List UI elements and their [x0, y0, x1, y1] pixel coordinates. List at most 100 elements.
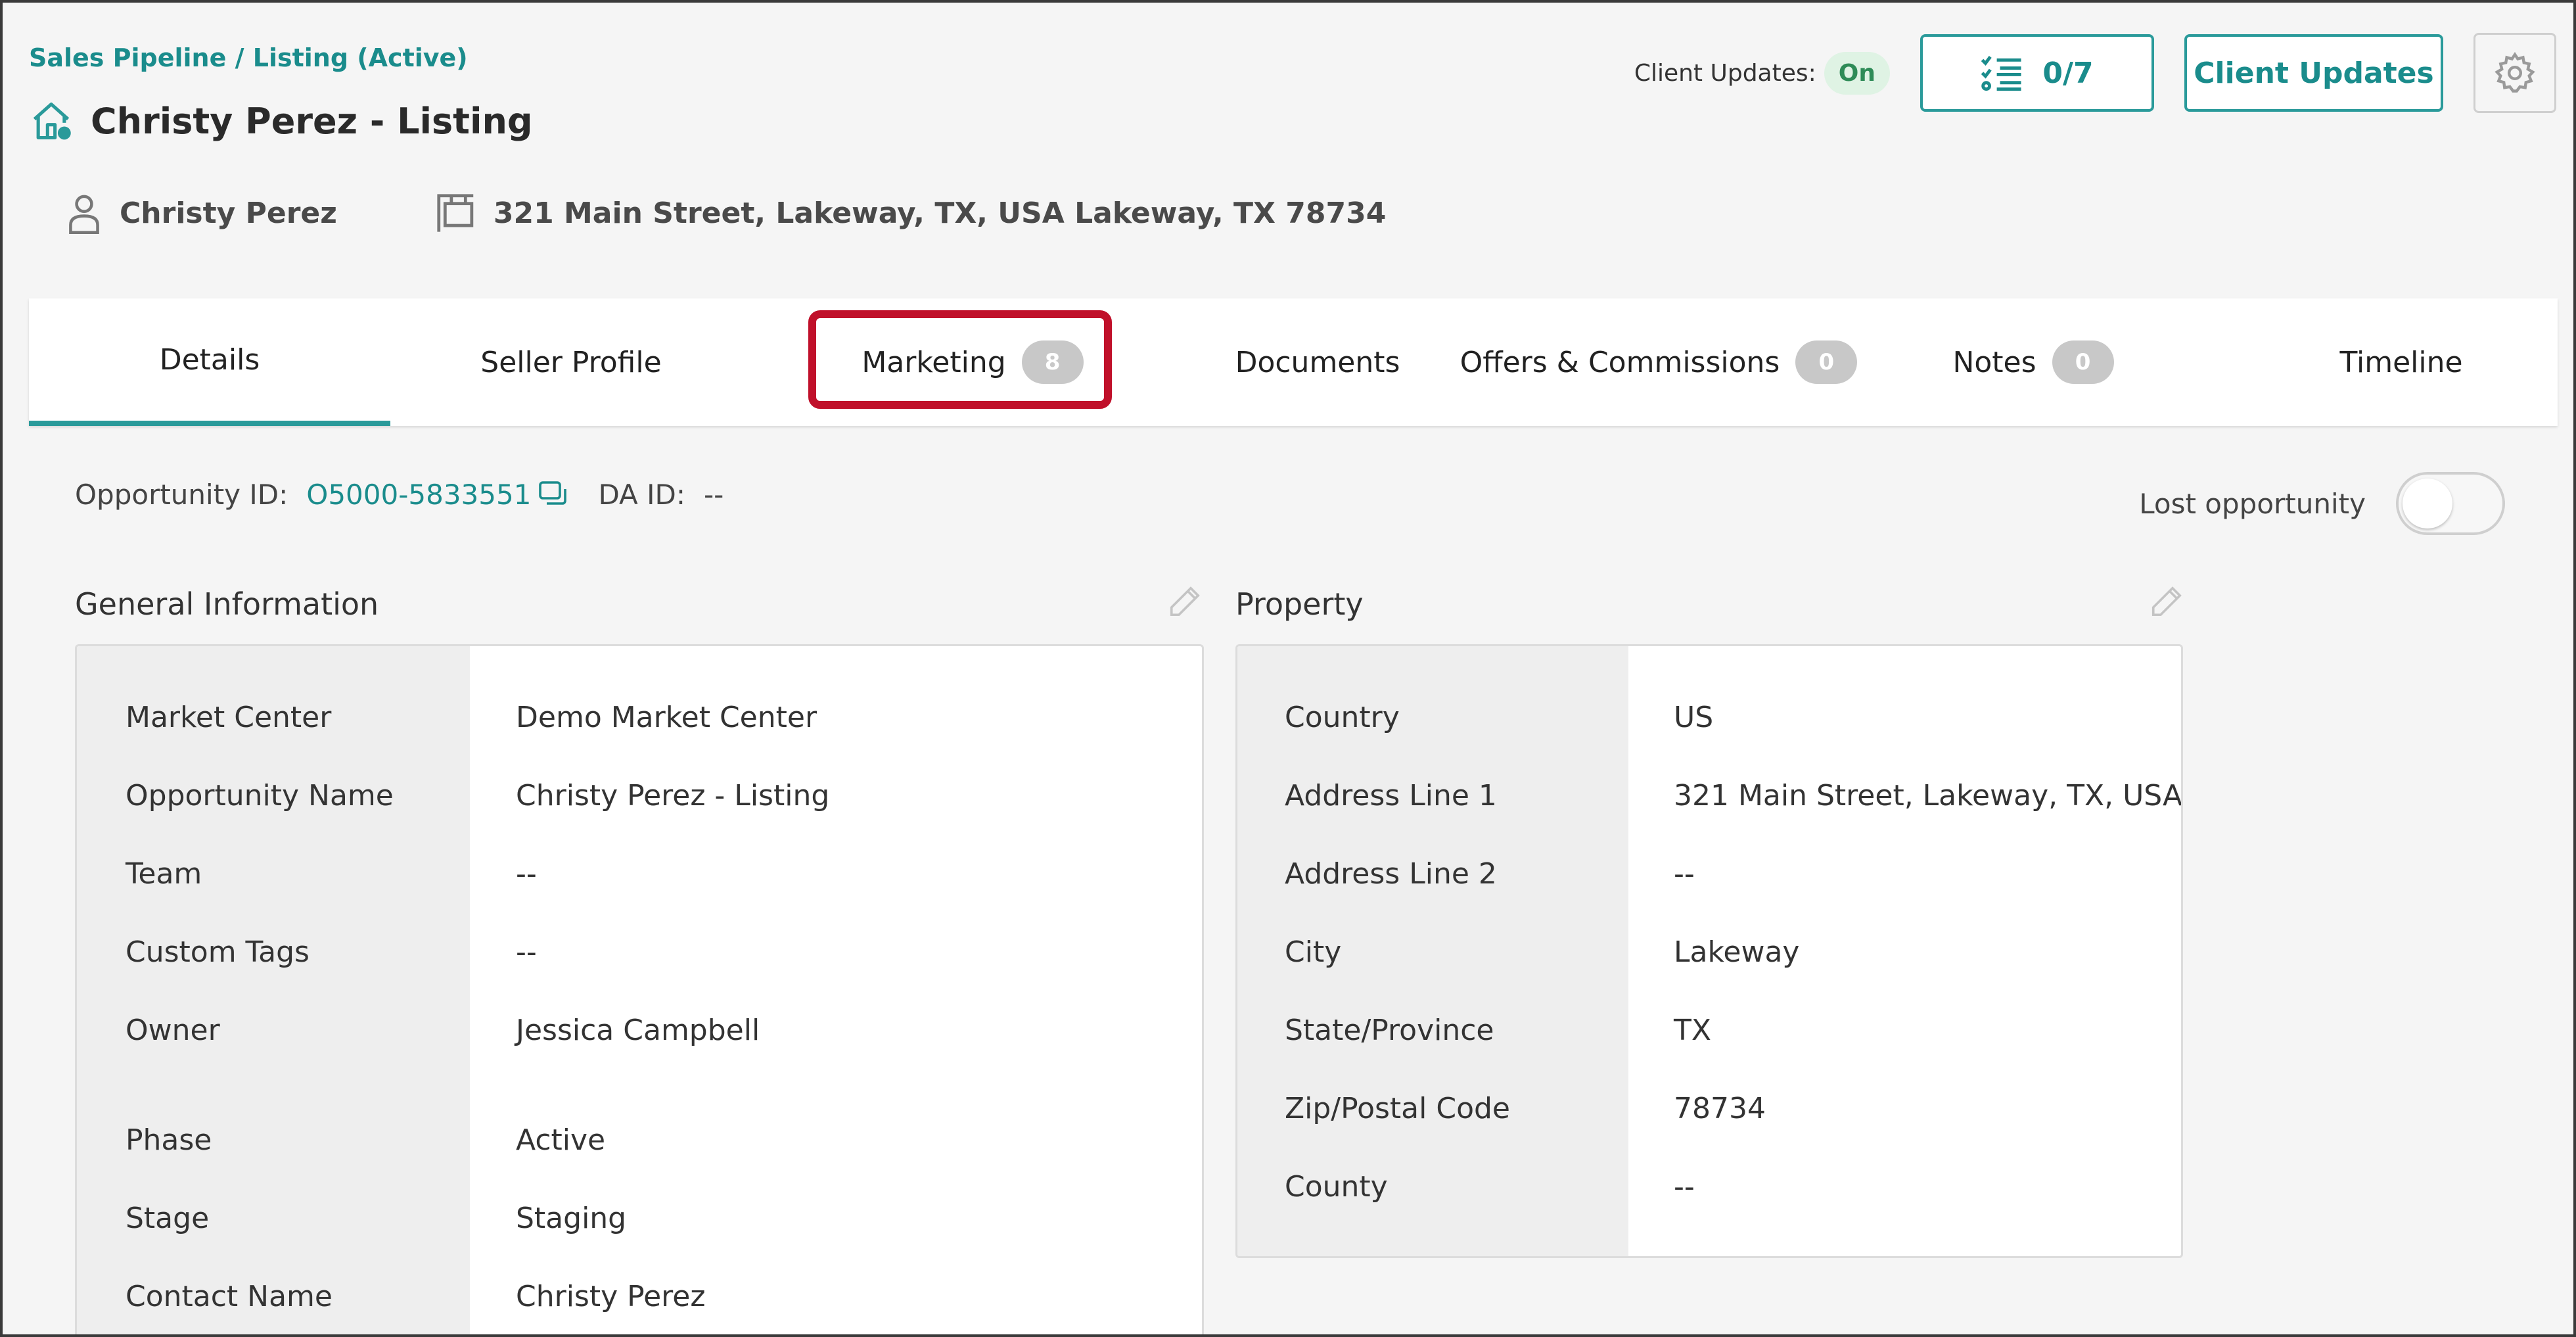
table-row: Zip/Postal Code 78734 [1237, 1085, 2181, 1131]
field-label: Owner [126, 1013, 220, 1047]
client-updates-label: Client Updates: [1634, 59, 1816, 87]
field-value: Active [516, 1123, 606, 1157]
edit-property-icon[interactable] [2149, 584, 2184, 622]
property-sign-icon [437, 194, 474, 232]
table-row: City Lakeway [1237, 929, 2181, 975]
tab-label: Timeline [2339, 345, 2463, 379]
tab-label: Marketing [862, 345, 1006, 379]
header-actions: Client Updates: On 0/7 Client Updates [1634, 33, 2556, 113]
field-value: 321 Main Street, Lakeway, TX, USA [1674, 778, 2183, 812]
tab-documents[interactable]: Documents [1137, 298, 1498, 426]
table-row: Market Center Demo Market Center [77, 694, 1202, 740]
client-updates-button[interactable]: Client Updates [2184, 34, 2443, 112]
table-row: Phase Active [77, 1117, 1202, 1163]
field-value: Christy Perez [516, 1279, 706, 1313]
field-value: Jessica Campbell [516, 1013, 760, 1047]
field-value: -- [516, 935, 537, 969]
client-updates-status-badge: On [1824, 51, 1890, 95]
field-label: Address Line 2 [1285, 856, 1497, 891]
settings-button[interactable] [2473, 33, 2556, 113]
table-row: Owner Jessica Campbell [77, 1007, 1202, 1053]
breadcrumb-separator: / [226, 43, 253, 72]
field-value: -- [516, 856, 537, 891]
field-label: Phase [126, 1123, 212, 1157]
tab-marketing[interactable]: Marketing 8 [808, 298, 1137, 426]
tab-timeline[interactable]: Timeline [2224, 298, 2573, 426]
field-value: 78734 [1674, 1091, 1766, 1125]
tab-details[interactable]: Details [29, 298, 390, 426]
tab-bar: Details Seller Profile Marketing 8 Docum… [29, 298, 2558, 426]
table-row: Team -- [77, 851, 1202, 897]
tab-label: Details [159, 342, 260, 377]
lost-opportunity-label: Lost opportunity [2139, 487, 2366, 520]
table-row: County -- [1237, 1163, 2181, 1209]
tab-seller-profile[interactable]: Seller Profile [390, 298, 752, 426]
tab-count-badge: 0 [1795, 340, 1858, 384]
da-id-label: DA ID: [598, 478, 685, 511]
contact-link[interactable]: Christy Perez [66, 192, 337, 234]
field-value: -- [1674, 856, 1695, 891]
page-title: Christy Perez - Listing [29, 95, 533, 147]
field-label: Stage [126, 1201, 210, 1235]
lost-opportunity-toggle[interactable] [2396, 472, 2505, 535]
copy-icon[interactable] [538, 479, 569, 510]
breadcrumb-current-link[interactable]: Listing (Active) [253, 43, 468, 72]
table-row: State/Province TX [1237, 1007, 2181, 1053]
opportunity-info: Opportunity ID: O5000-5833551 DA ID: -- [75, 475, 724, 514]
tab-notes[interactable]: Notes 0 [1869, 298, 2197, 426]
field-value: -- [1674, 1169, 1695, 1204]
table-row: Custom Tags -- [77, 929, 1202, 975]
property-title: Property [1235, 586, 1364, 622]
field-label: County [1285, 1169, 1388, 1204]
address-link[interactable]: 321 Main Street, Lakeway, TX, USA Lakewa… [436, 193, 1387, 233]
breadcrumb-pipeline-link[interactable]: Sales Pipeline [29, 43, 226, 72]
tasks-progress: 0/7 [2042, 56, 2094, 90]
tab-label: Seller Profile [480, 345, 662, 379]
field-label: Zip/Postal Code [1285, 1091, 1510, 1125]
field-label: Contact Name [126, 1279, 333, 1313]
field-value: US [1674, 700, 1714, 734]
tab-label: Documents [1235, 345, 1400, 379]
field-value: Staging [516, 1201, 627, 1235]
tab-label: Notes [1952, 345, 2036, 379]
tasks-checklist-button[interactable]: 0/7 [1920, 34, 2154, 112]
table-row: Address Line 1 321 Main Street, Lakeway,… [1237, 772, 2181, 818]
field-label: Opportunity Name [126, 778, 394, 812]
field-value: Lakeway [1674, 935, 1800, 969]
tab-offers-commissions[interactable]: Offers & Commissions 0 [1448, 298, 1869, 426]
toggle-knob [2403, 479, 2452, 528]
breadcrumb: Sales Pipeline / Listing (Active) [29, 43, 468, 72]
opportunity-id-label: Opportunity ID: [75, 478, 288, 511]
field-label: Team [126, 856, 202, 891]
field-label: State/Province [1285, 1013, 1494, 1047]
general-information-panel: Market Center Demo Market Center Opportu… [75, 644, 1204, 1334]
table-row: Opportunity Name Christy Perez - Listing [77, 772, 1202, 818]
contact-name: Christy Perez [120, 196, 337, 230]
tab-count-badge: 0 [2052, 340, 2114, 384]
field-label: Address Line 1 [1285, 778, 1497, 812]
opportunity-id-value[interactable]: O5000-5833551 [306, 479, 531, 511]
edit-general-information-icon[interactable] [1167, 584, 1203, 622]
field-label: City [1285, 935, 1342, 969]
checklist-icon [1981, 55, 2021, 91]
property-panel: Country US Address Line 1 321 Main Stree… [1235, 644, 2183, 1258]
lost-opportunity-control: Lost opportunity [2139, 471, 2505, 536]
person-icon [69, 195, 99, 234]
table-row: Country US [1237, 694, 2181, 740]
app-window: Sales Pipeline / Listing (Active) Christ… [0, 0, 2576, 1337]
field-label: Country [1285, 700, 1400, 734]
listing-meta: Christy Perez 321 Main Street, Lakeway, … [66, 187, 1386, 239]
table-row: Stage Staging [77, 1195, 1202, 1241]
listing-house-icon [33, 102, 71, 140]
field-value: Christy Perez - Listing [516, 778, 830, 812]
address-text: 321 Main Street, Lakeway, TX, USA Lakewa… [493, 196, 1387, 230]
field-label: Custom Tags [126, 935, 310, 969]
gear-icon [2495, 51, 2535, 93]
field-value: TX [1674, 1013, 1712, 1047]
field-label: Market Center [126, 700, 332, 734]
table-row: Contact Name Christy Perez [77, 1273, 1202, 1319]
field-value: Demo Market Center [516, 700, 817, 734]
page-title-text: Christy Perez - Listing [91, 100, 533, 142]
da-id-value: -- [704, 478, 724, 511]
general-information-title: General Information [75, 586, 379, 622]
